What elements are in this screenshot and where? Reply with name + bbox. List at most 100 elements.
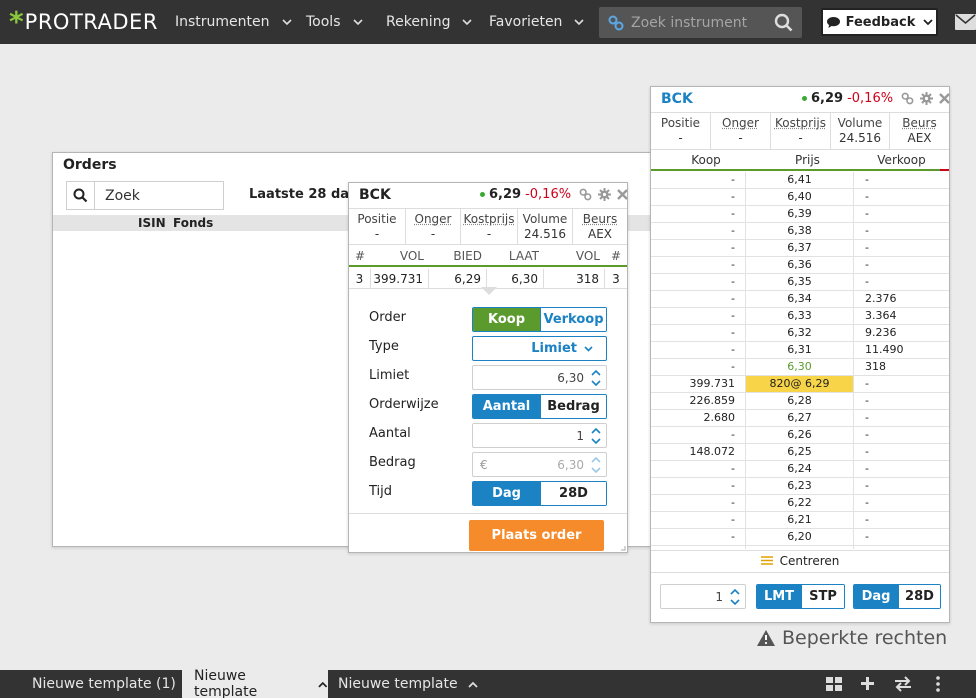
- bbo-bid-price[interactable]: 6,29: [429, 269, 487, 288]
- ladder-bid-cell[interactable]: -: [651, 291, 746, 307]
- 28d-option[interactable]: 28D: [540, 482, 606, 505]
- lmt-option[interactable]: LMT: [757, 585, 801, 608]
- ladder-bid-cell[interactable]: -: [651, 495, 746, 511]
- resize-handle-icon[interactable]: [620, 545, 626, 551]
- ladder-bid-cell[interactable]: 148.072: [651, 444, 746, 460]
- column-isin[interactable]: ISIN: [138, 216, 166, 230]
- ladder-ask-cell[interactable]: -: [854, 410, 949, 426]
- ladder-bid-cell[interactable]: -: [651, 427, 746, 443]
- nav-favorieten[interactable]: Favorieten: [489, 0, 584, 44]
- nav-rekening[interactable]: Rekening: [386, 0, 472, 44]
- ladder-symbol[interactable]: BCK: [661, 91, 693, 107]
- ladder-bid-cell[interactable]: -: [651, 359, 746, 375]
- ladder-price-cell[interactable]: 6,21: [746, 512, 854, 528]
- column-fonds[interactable]: Fonds: [173, 216, 213, 230]
- ladder-ask-cell[interactable]: -: [854, 461, 949, 477]
- protrader-logo[interactable]: * PROTRADER: [9, 9, 158, 35]
- ladder-price-cell[interactable]: 6,25: [746, 444, 854, 460]
- ladder-ask-cell[interactable]: -: [854, 206, 949, 222]
- ladder-bid-cell[interactable]: -: [651, 257, 746, 273]
- ladder-bid-cell[interactable]: -: [651, 189, 746, 205]
- gear-icon[interactable]: [920, 92, 933, 105]
- add-icon[interactable]: [860, 676, 875, 691]
- center-button[interactable]: Centreren: [651, 550, 949, 570]
- aantal-option[interactable]: Aantal: [473, 395, 540, 418]
- ladder-ask-cell[interactable]: 2.376: [854, 291, 949, 307]
- ladder-ask-cell[interactable]: -: [854, 427, 949, 443]
- ladder-bid-cell[interactable]: -: [651, 512, 746, 528]
- ladder-ask-cell[interactable]: -: [854, 240, 949, 256]
- ladder-price-cell[interactable]: 6,30: [746, 359, 854, 375]
- ladder-bid-cell[interactable]: -: [651, 172, 746, 188]
- ladder-price-cell[interactable]: 6,24: [746, 461, 854, 477]
- nav-instrumenten[interactable]: Instrumenten: [175, 0, 292, 44]
- template-tab-1[interactable]: Nieuwe template (1): [32, 670, 196, 698]
- ladder-ask-cell[interactable]: -: [854, 393, 949, 409]
- ladder-price-cell[interactable]: 6,33: [746, 308, 854, 324]
- ladder-bid-cell[interactable]: 226.859: [651, 393, 746, 409]
- quantity-input[interactable]: 1: [472, 423, 607, 448]
- ladder-bid-cell[interactable]: [651, 546, 746, 549]
- ladder-bid-cell[interactable]: -: [651, 274, 746, 290]
- swap-icon[interactable]: [894, 676, 912, 692]
- ladder-price-cell[interactable]: 6,20: [746, 529, 854, 545]
- limit-price-input[interactable]: 6,30: [472, 365, 607, 390]
- nav-tools[interactable]: Tools: [306, 0, 363, 44]
- ladder-price-cell[interactable]: 820@ 6,29: [746, 376, 854, 392]
- ladder-price-cell[interactable]: 6,34: [746, 291, 854, 307]
- ladder-price-cell[interactable]: 6,40: [746, 189, 854, 205]
- ladder-price-cell[interactable]: 6,26: [746, 427, 854, 443]
- ladder-ask-cell[interactable]: -: [854, 172, 949, 188]
- stepper-icon[interactable]: [590, 455, 602, 475]
- ladder-price-cell[interactable]: 6,36: [746, 257, 854, 273]
- ladder-price-cell[interactable]: 6,27: [746, 410, 854, 426]
- dag-option[interactable]: Dag: [854, 585, 898, 608]
- ladder-ask-cell[interactable]: -: [854, 274, 949, 290]
- ladder-price-cell[interactable]: 6,32: [746, 325, 854, 341]
- close-icon[interactable]: [939, 93, 950, 104]
- ladder-ask-cell[interactable]: -: [854, 478, 949, 494]
- ladder-ask-cell[interactable]: -: [854, 189, 949, 205]
- amount-input[interactable]: € 6,30: [472, 452, 607, 477]
- ladder-ask-cell[interactable]: -: [854, 376, 949, 392]
- ladder-bid-cell[interactable]: -: [651, 342, 746, 358]
- ladder-ask-cell[interactable]: -: [854, 529, 949, 545]
- bbo-bid-volume[interactable]: 399.731: [371, 269, 429, 288]
- grid-layout-icon[interactable]: [826, 676, 842, 692]
- bbo-ask-price[interactable]: 6,30: [487, 269, 544, 288]
- bbo-ask-volume[interactable]: 318: [544, 269, 605, 288]
- ladder-quantity-input[interactable]: 1: [660, 584, 746, 609]
- search-icon[interactable]: [774, 13, 793, 32]
- ladder-price-cell[interactable]: 6,41: [746, 172, 854, 188]
- more-vertical-icon[interactable]: [935, 676, 941, 692]
- stepper-icon[interactable]: [590, 368, 602, 388]
- ladder-bid-cell[interactable]: -: [651, 223, 746, 239]
- ladder-price-cell[interactable]: 6,35: [746, 274, 854, 290]
- ladder-bid-cell[interactable]: -: [651, 240, 746, 256]
- search-icon[interactable]: [67, 182, 95, 209]
- ladder-price-cell[interactable]: 6,23: [746, 478, 854, 494]
- ladder-price-cell[interactable]: 6,22: [746, 495, 854, 511]
- ladder-bid-cell[interactable]: 2.680: [651, 410, 746, 426]
- ladder-bid-cell[interactable]: -: [651, 478, 746, 494]
- stepper-icon[interactable]: [729, 587, 741, 607]
- stepper-icon[interactable]: [590, 426, 602, 446]
- ladder-price-cell[interactable]: 6,19: [746, 546, 854, 549]
- ladder-bid-cell[interactable]: -: [651, 529, 746, 545]
- ladder-ask-cell[interactable]: 318: [854, 359, 949, 375]
- ladder-ask-cell[interactable]: 3.364: [854, 308, 949, 324]
- link-icon[interactable]: [901, 92, 914, 105]
- mail-icon[interactable]: [955, 14, 976, 30]
- ladder-ask-cell[interactable]: -: [854, 512, 949, 528]
- template-tab-2[interactable]: Nieuwe template: [182, 670, 328, 698]
- dag-option[interactable]: Dag: [473, 482, 540, 505]
- ladder-price-cell[interactable]: 6,37: [746, 240, 854, 256]
- ladder-bid-cell[interactable]: -: [651, 308, 746, 324]
- ladder-ask-cell[interactable]: -: [854, 444, 949, 460]
- order-type-select[interactable]: Limiet: [472, 336, 607, 361]
- ladder-price-cell[interactable]: 6,28: [746, 393, 854, 409]
- koop-button[interactable]: Koop: [473, 308, 540, 331]
- instrument-search-input[interactable]: [631, 15, 761, 31]
- gear-icon[interactable]: [598, 188, 611, 201]
- link-icon[interactable]: [579, 188, 592, 201]
